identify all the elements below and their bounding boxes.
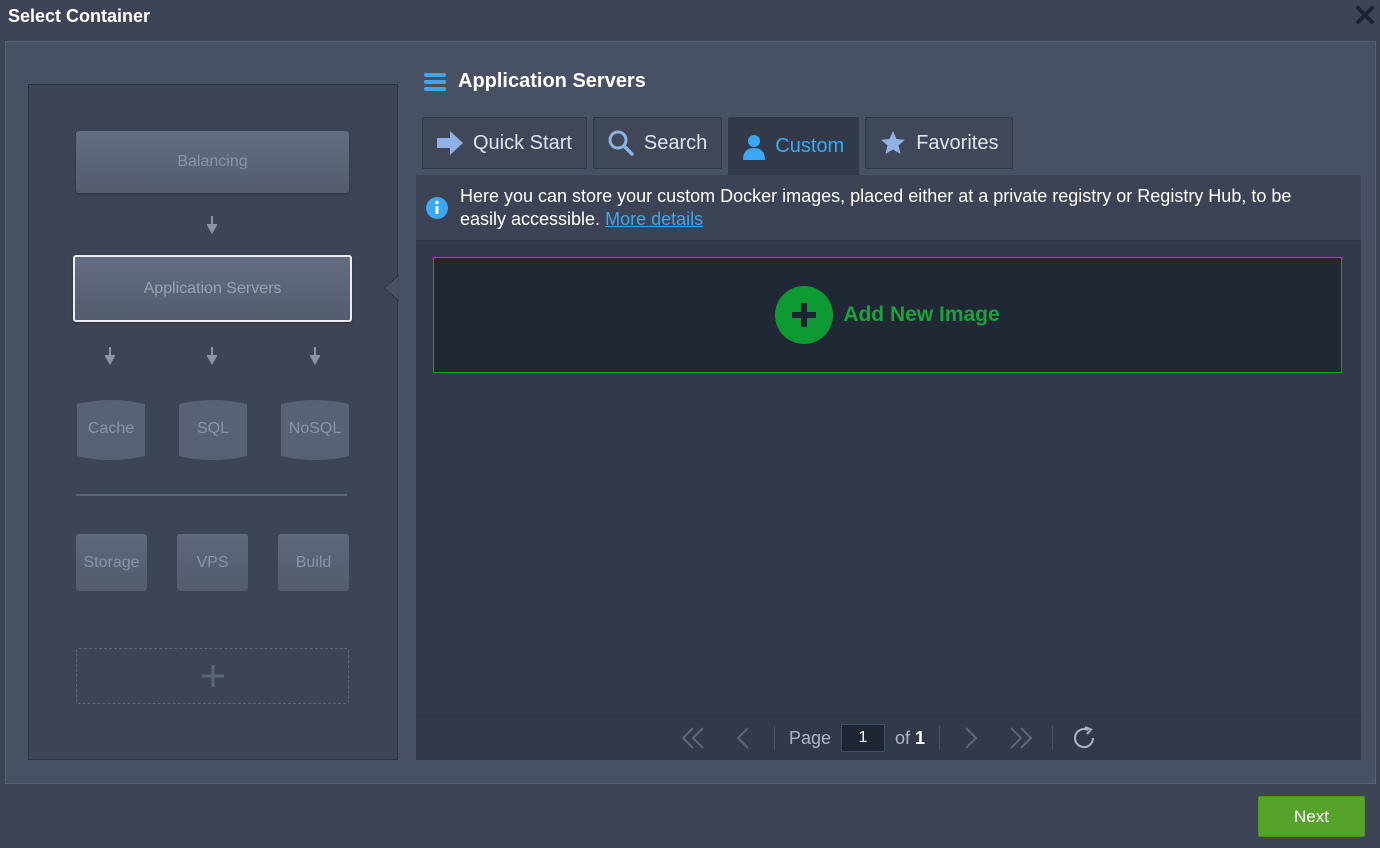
pager-separator <box>939 726 941 750</box>
total-pages: 1 <box>915 727 926 748</box>
pager-separator <box>1052 726 1054 750</box>
chevron-left-icon <box>736 727 749 749</box>
of-label: of <box>895 727 911 748</box>
more-details-link[interactable]: More details <box>605 209 703 229</box>
tab-favorites[interactable]: Favorites <box>865 117 1014 169</box>
star-icon <box>881 131 906 154</box>
refresh-button[interactable] <box>1059 723 1109 753</box>
page-label: Page <box>788 727 831 748</box>
double-chevron-right-icon <box>1010 727 1033 749</box>
sql-label: SQL <box>196 420 229 437</box>
tab-quick-start-label: Quick Start <box>473 131 572 154</box>
info-icon <box>426 197 448 219</box>
add-node-button[interactable] <box>76 648 349 704</box>
nosql-label: NoSQL <box>288 420 342 437</box>
info-text-wrapper: Here you can store your custom Docker im… <box>460 185 1341 240</box>
arrow-down-icon <box>310 347 320 365</box>
arrow-right-icon <box>437 131 463 155</box>
arrow-down-icon <box>105 347 115 365</box>
pager-separator <box>773 726 775 750</box>
cache-node[interactable]: Cache <box>76 398 146 462</box>
double-chevron-left-icon <box>681 727 704 749</box>
page-number-input[interactable] <box>841 724 885 752</box>
section-title: Application Servers <box>458 70 646 92</box>
last-page-button[interactable] <box>996 723 1046 753</box>
vps-node[interactable]: VPS <box>177 534 248 591</box>
tab-search[interactable]: Search <box>592 117 723 169</box>
chevron-right-icon <box>965 727 978 749</box>
user-icon <box>743 134 766 160</box>
next-button[interactable]: Next <box>1258 796 1365 837</box>
sql-node[interactable]: SQL <box>178 398 248 462</box>
search-icon <box>608 130 634 156</box>
app-servers-node[interactable]: Application Servers <box>73 255 352 322</box>
tab-custom[interactable]: Custom <box>728 117 860 175</box>
refresh-icon <box>1074 726 1095 749</box>
info-banner: Here you can store your custom Docker im… <box>416 175 1361 241</box>
tab-favorites-label: Favorites <box>916 131 999 154</box>
panel-pointer <box>383 275 399 301</box>
first-page-button[interactable] <box>668 723 718 753</box>
build-node[interactable]: Build <box>278 534 349 591</box>
menu-icon <box>424 72 446 91</box>
arrow-down-icon <box>207 347 217 365</box>
pagination-toolbar: Page of 1 <box>416 715 1361 760</box>
close-icon <box>1356 6 1374 24</box>
prev-page-button[interactable] <box>718 723 768 753</box>
tab-bar: Quick Start Search Custom Favorites <box>422 117 1014 175</box>
plus-icon <box>201 665 224 687</box>
tab-search-label: Search <box>643 131 708 154</box>
nosql-node[interactable]: NoSQL <box>280 398 350 462</box>
close-button[interactable] <box>1354 4 1376 26</box>
cache-label: Cache <box>87 420 135 437</box>
storage-node[interactable]: Storage <box>76 534 147 591</box>
tab-custom-label: Custom <box>775 135 845 157</box>
page-total-label: of 1 <box>895 728 925 749</box>
balancing-node[interactable]: Balancing <box>76 131 349 193</box>
info-text: Here you can store your custom Docker im… <box>460 186 1292 229</box>
dialog-title: Select Container <box>8 6 151 26</box>
plus-circle-icon <box>775 286 834 344</box>
add-new-image-label: Add New Image <box>843 303 1000 326</box>
custom-tab-content: Here you can store your custom Docker im… <box>416 175 1361 760</box>
arrow-down-icon <box>207 216 217 234</box>
tab-quick-start[interactable]: Quick Start <box>422 117 587 169</box>
section-header: Application Servers <box>424 70 646 93</box>
next-page-button[interactable] <box>946 723 996 753</box>
topology-divider <box>76 494 347 496</box>
add-new-image-button[interactable]: Add New Image <box>433 257 1342 373</box>
